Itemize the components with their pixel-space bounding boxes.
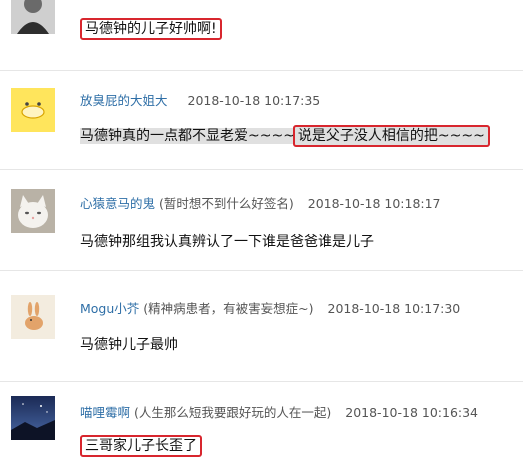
comment-item: 喵哩霉啊 (人生那么短我要跟好玩的人在一起) 2018-10-18 10:16:… xyxy=(0,382,523,467)
timestamp: 2018-10-18 10:17:35 xyxy=(187,93,321,108)
comment-meta: 心猿意马的鬼 (暂时想不到什么好签名) 2018-10-18 10:18:17 xyxy=(80,193,441,212)
avatar[interactable] xyxy=(11,189,55,233)
avatar[interactable] xyxy=(11,88,55,132)
comment-meta: Mogu小芥 (精神病患者，有被害妄想症~) 2018-10-18 10:17:… xyxy=(80,298,460,317)
username-link[interactable]: 喵哩霉啊 xyxy=(80,405,130,420)
yellow-cartoon-avatar-icon xyxy=(11,88,55,132)
username-link[interactable]: 放臭屁的大姐大 xyxy=(80,93,168,108)
selected-text: 马德钟真的一点都不显老爱~~~~ xyxy=(80,128,295,144)
username-link[interactable]: 心猿意马的鬼 xyxy=(80,196,155,211)
highlighted-comment-text: 三哥家儿子长歪了 xyxy=(80,435,202,457)
avatar[interactable] xyxy=(11,396,55,440)
comment-content: 三哥家儿子长歪了 xyxy=(80,435,202,457)
avatar[interactable] xyxy=(11,295,55,339)
comment-item: 心猿意马的鬼 (暂时想不到什么好签名) 2018-10-18 10:18:17 … xyxy=(0,170,523,270)
comment-item: 马德钟的儿子好帅啊! xyxy=(0,0,523,70)
comment-content: 马德钟的儿子好帅啊! xyxy=(80,18,222,40)
rabbit-drawing-avatar-icon xyxy=(11,295,55,339)
timestamp: 2018-10-18 10:18:17 xyxy=(307,196,441,211)
night-sky-avatar-icon xyxy=(11,396,55,440)
user-signature: (人生那么短我要跟好玩的人在一起) xyxy=(134,405,332,420)
user-signature: (精神病患者，有被害妄想症~) xyxy=(143,301,314,316)
timestamp: 2018-10-18 10:16:34 xyxy=(345,405,479,420)
highlighted-comment-text: 说是父子没人相信的把~~~~ xyxy=(292,125,490,147)
comment-item: Mogu小芥 (精神病患者，有被害妄想症~) 2018-10-18 10:17:… xyxy=(0,271,523,381)
avatar[interactable] xyxy=(11,0,55,34)
timestamp: 2018-10-18 10:17:30 xyxy=(327,301,461,316)
highlighted-comment-text: 马德钟的儿子好帅啊! xyxy=(80,18,222,40)
comment-meta: 喵哩霉啊 (人生那么短我要跟好玩的人在一起) 2018-10-18 10:16:… xyxy=(80,402,478,421)
username-link[interactable]: Mogu小芥 xyxy=(80,301,139,316)
comment-content: 马德钟真的一点都不显老爱~~~~ 说是父子没人相信的把~~~~ xyxy=(80,125,490,147)
comment-content: 马德钟儿子最帅 xyxy=(80,337,178,353)
man-portrait-avatar-icon xyxy=(11,0,55,34)
comment-content: 马德钟那组我认真辨认了一下谁是爸爸谁是儿子 xyxy=(80,234,374,250)
comment-meta: 放臭屁的大姐大 2018-10-18 10:17:35 xyxy=(80,90,320,109)
white-cat-avatar-icon xyxy=(11,189,55,233)
comment-item: 放臭屁的大姐大 2018-10-18 10:17:35 马德钟真的一点都不显老爱… xyxy=(0,71,523,169)
user-signature: (暂时想不到什么好签名) xyxy=(159,196,294,211)
